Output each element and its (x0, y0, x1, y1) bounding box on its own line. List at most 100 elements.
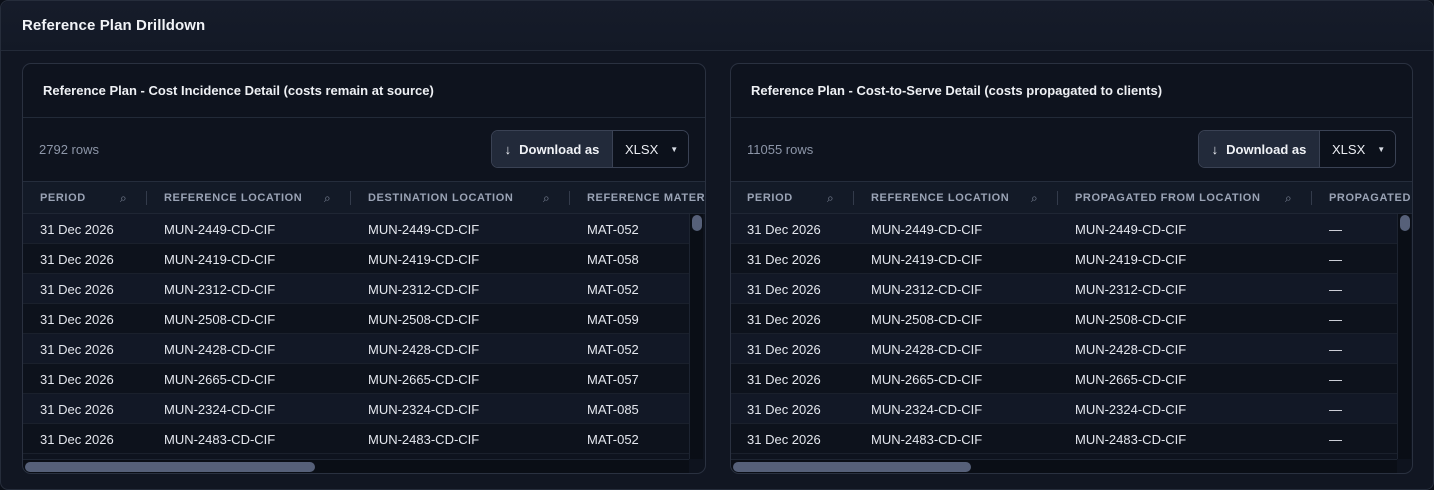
table-row[interactable]: 31 Dec 2026 MUN-2428-CD-CIF MUN-2428-CD-CI… (23, 334, 689, 364)
horizontal-scrollbar[interactable] (23, 459, 689, 473)
table-row[interactable]: 31 Dec 2026 MUN-2428-CD-CIF MUN-2428-CD-CI… (731, 334, 1397, 364)
table-cell: — (1329, 401, 1342, 417)
column-header-destination-location[interactable]: DESTINATION LOCATION (368, 182, 513, 214)
column-separator[interactable] (146, 191, 147, 205)
panel-toolbar: 2792 rows ↓ Download as XLSX ▼ (23, 118, 705, 181)
table-cell: 31 Dec 2026 (747, 251, 821, 267)
search-icon[interactable]: ⌕ (1031, 191, 1043, 205)
table-cell: MUN-2428-CD-CIF (368, 341, 480, 357)
search-icon[interactable]: ⌕ (827, 191, 839, 205)
table-row[interactable]: 31 Dec 2026 MUN-2508-CD-CIF MUN-2508-CD-CI… (731, 304, 1397, 334)
table-row[interactable]: 31 Dec 2026 MUN-2483-CD-CIF MUN-2483-CD-CI… (731, 424, 1397, 454)
column-separator[interactable] (853, 191, 854, 205)
row-count: 11055 rows (747, 142, 814, 157)
table-row[interactable]: 31 Dec 2026 MUN-2324-CD-CIF MUN-2324-CD-CI… (23, 394, 689, 424)
table-row[interactable]: 31 Dec 2026 MUN-2483-CD-CIF MUN-2483-CD-CI… (23, 424, 689, 454)
search-icon[interactable]: ⌕ (324, 191, 336, 205)
grid-header: PERIOD ⌕ REFERENCE LOCATION ⌕ DESTINATIO… (23, 182, 705, 214)
vertical-scroll-thumb[interactable] (1400, 215, 1410, 231)
table-cell: MUN-2508-CD-CIF (368, 311, 480, 327)
table-cell: MUN-2508-CD-CIF (1075, 311, 1187, 327)
table-row[interactable]: 31 Dec 2026 MUN-2324-CD-CIF MUN-2324-CD-CI… (731, 394, 1397, 424)
download-button[interactable]: ↓ Download as (1199, 131, 1320, 167)
drilldown-card: Reference Plan Drilldown Reference Plan … (0, 0, 1434, 490)
column-header-period[interactable]: PERIOD (747, 182, 793, 214)
format-value: XLSX (625, 141, 659, 157)
column-header-reference-location[interactable]: REFERENCE LOCATION (164, 182, 302, 214)
table-cell: 31 Dec 2026 (40, 371, 114, 387)
table-row[interactable]: 31 Dec 2026 MUN-2419-CD-CIF MUN-2419-CD-CI… (23, 244, 689, 274)
table-row[interactable]: 31 Dec 2026 MUN-2508-CD-CIF MUN-2508-CD-CI… (23, 304, 689, 334)
table-row[interactable]: 31 Dec 2026 MUN-2665-CD-CIF MUN-2665-CD-CI… (23, 364, 689, 394)
download-button[interactable]: ↓ Download as (492, 131, 613, 167)
table-cell: MUN-2312-CD-CIF (164, 281, 276, 297)
table-cell: 31 Dec 2026 (747, 431, 821, 447)
table-cell: 31 Dec 2026 (747, 371, 821, 387)
table-row[interactable]: 31 Dec 2026 MUN-2665-CD-CIF MUN-2665-CD-CI… (731, 364, 1397, 394)
data-grid: PERIOD ⌕ REFERENCE LOCATION ⌕ DESTINATIO… (23, 181, 705, 473)
table-cell: MUN-2508-CD-CIF (871, 311, 983, 327)
horizontal-scroll-thumb[interactable] (733, 462, 971, 472)
table-cell: MAT-057 (587, 371, 639, 387)
table-cell: — (1329, 221, 1342, 237)
table-row[interactable]: 31 Dec 2026 MUN-2419-CD-CIF MUN-2419-CD-CI… (731, 244, 1397, 274)
column-separator[interactable] (350, 191, 351, 205)
panel-header: Reference Plan - Cost-to-Serve Detail (c… (731, 64, 1412, 118)
table-cell: MUN-2428-CD-CIF (1075, 341, 1187, 357)
table-cell: MAT-052 (587, 341, 639, 357)
table-cell: MUN-2449-CD-CIF (164, 221, 276, 237)
table-row[interactable]: 31 Dec 2026 MUN-2449-CD-CIF MUN-2449-CD-CI… (731, 214, 1397, 244)
column-separator[interactable] (1057, 191, 1058, 205)
column-header-period[interactable]: PERIOD (40, 182, 86, 214)
column-header-reference-material[interactable]: REFERENCE MATERIA (587, 182, 705, 214)
table-cell: MUN-2483-CD-CIF (164, 431, 276, 447)
vertical-scrollbar[interactable] (1397, 214, 1411, 459)
format-select[interactable]: XLSX ▼ (613, 131, 688, 167)
row-count: 2792 rows (39, 142, 99, 157)
horizontal-scroll-thumb[interactable] (25, 462, 315, 472)
panel-header: Reference Plan - Cost Incidence Detail (… (23, 64, 705, 118)
horizontal-scrollbar[interactable] (731, 459, 1397, 473)
column-header-reference-location[interactable]: REFERENCE LOCATION (871, 182, 1009, 214)
search-icon[interactable]: ⌕ (543, 191, 555, 205)
table-cell: — (1329, 251, 1342, 267)
table-cell: MUN-2665-CD-CIF (368, 371, 480, 387)
download-control: ↓ Download as XLSX ▼ (491, 130, 689, 168)
table-cell: — (1329, 371, 1342, 387)
arrow-down-icon: ↓ (1211, 141, 1219, 157)
column-separator[interactable] (1311, 191, 1312, 205)
panel-title: Reference Plan - Cost Incidence Detail (… (43, 83, 434, 98)
grid-header: PERIOD ⌕ REFERENCE LOCATION ⌕ PROPAGATED… (731, 182, 1412, 214)
table-cell: MAT-058 (587, 251, 639, 267)
table-cell: 31 Dec 2026 (40, 401, 114, 417)
table-row[interactable]: 31 Dec 2026 MUN-2312-CD-CIF MUN-2312-CD-CI… (23, 274, 689, 304)
table-cell: MUN-2419-CD-CIF (164, 251, 276, 267)
vertical-scroll-thumb[interactable] (692, 215, 702, 231)
arrow-down-icon: ↓ (504, 141, 512, 157)
table-cell: MUN-2483-CD-CIF (1075, 431, 1187, 447)
table-cell: 31 Dec 2026 (40, 221, 114, 237)
table-cell: MUN-2428-CD-CIF (871, 341, 983, 357)
table-cell: MUN-2312-CD-CIF (368, 281, 480, 297)
table-cell: — (1329, 431, 1342, 447)
table-cell: MAT-052 (587, 431, 639, 447)
table-cell: MUN-2449-CD-CIF (1075, 221, 1187, 237)
table-cell: 31 Dec 2026 (747, 401, 821, 417)
table-cell: MAT-059 (587, 311, 639, 327)
vertical-scrollbar[interactable] (689, 214, 703, 459)
table-cell: — (1329, 311, 1342, 327)
table-cell: MUN-2665-CD-CIF (871, 371, 983, 387)
search-icon[interactable]: ⌕ (120, 191, 132, 205)
table-row[interactable]: 31 Dec 2026 MUN-2449-CD-CIF MUN-2449-CD-CI… (23, 214, 689, 244)
download-label: Download as (1226, 141, 1307, 157)
search-icon[interactable]: ⌕ (1285, 191, 1297, 205)
format-select[interactable]: XLSX ▼ (1320, 131, 1395, 167)
table-cell: 31 Dec 2026 (747, 311, 821, 327)
table-row[interactable]: 31 Dec 2026 MUN-2312-CD-CIF MUN-2312-CD-CI… (731, 274, 1397, 304)
column-separator[interactable] (569, 191, 570, 205)
table-cell: MUN-2419-CD-CIF (368, 251, 480, 267)
column-header-propagated[interactable]: PROPAGATED (1329, 182, 1411, 214)
table-cell: MUN-2312-CD-CIF (871, 281, 983, 297)
data-grid: PERIOD ⌕ REFERENCE LOCATION ⌕ PROPAGATED… (731, 181, 1412, 473)
column-header-propagated-from-location[interactable]: PROPAGATED FROM LOCATION (1075, 182, 1261, 214)
